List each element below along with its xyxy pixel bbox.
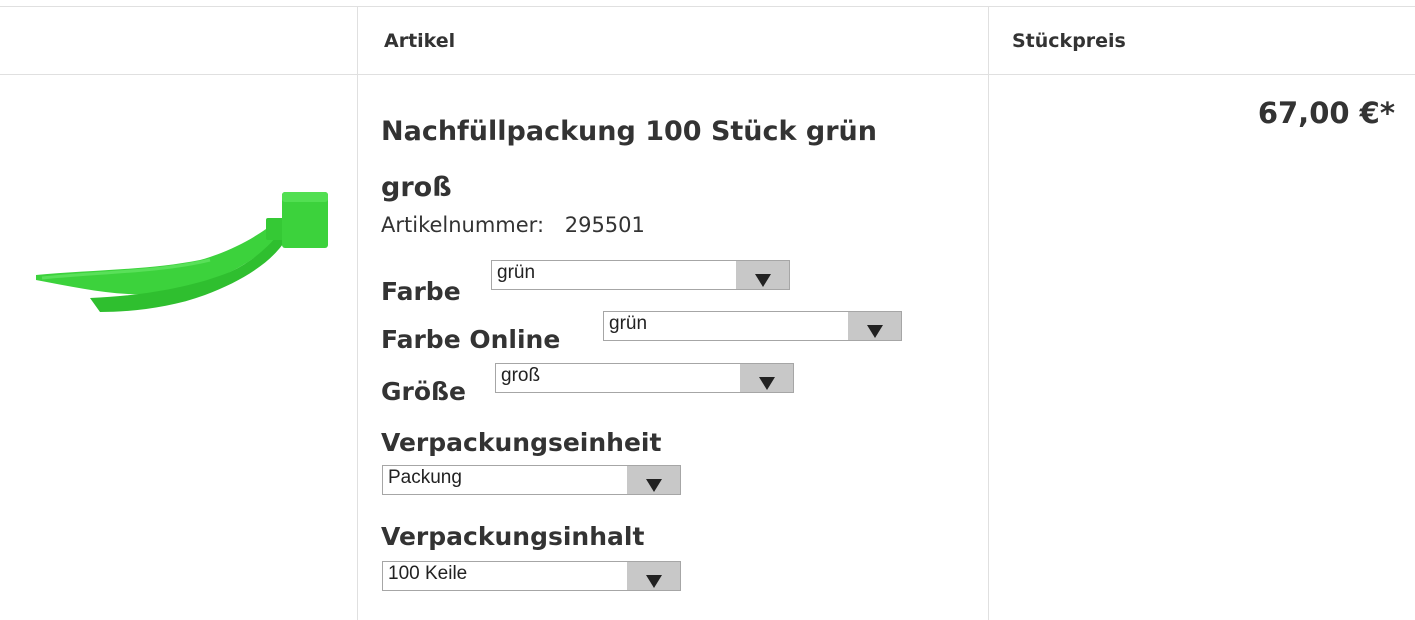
packaging-content-select[interactable]: 100 Keile [382, 561, 681, 591]
header-article: Artikel [384, 30, 456, 52]
chevron-down-icon [867, 325, 883, 338]
header-unit-price: Stückpreis [1012, 30, 1126, 52]
chevron-down-icon [646, 479, 662, 492]
cart-table: Artikel Stückpreis Nachfüllpackung 100 S… [0, 0, 1415, 620]
color-online-select[interactable]: grün [603, 311, 902, 341]
size-select-value: groß [501, 365, 541, 386]
packaging-unit-select[interactable]: Packung [382, 465, 681, 495]
packaging-unit-select-value: Packung [388, 467, 462, 488]
table-top-border [0, 6, 1415, 7]
product-title[interactable]: Nachfüllpackung 100 Stück grün groß [381, 104, 941, 216]
size-select[interactable]: groß [495, 363, 794, 393]
article-number-label: Artikelnummer: [381, 213, 545, 237]
option-label-packaging-content: Verpackungsinhalt [381, 522, 645, 551]
size-select-button[interactable] [740, 364, 793, 392]
packaging-unit-select-button[interactable] [627, 466, 680, 494]
color-online-select-value: grün [609, 313, 648, 334]
option-label-packaging-unit: Verpackungseinheit [381, 428, 662, 457]
packaging-content-select-value: 100 Keile [388, 563, 468, 584]
color-select-value: grün [497, 262, 536, 283]
color-online-select-button[interactable] [848, 312, 901, 340]
green-wedge-image [36, 192, 328, 312]
unit-price: 67,00 €* [1257, 96, 1395, 130]
column-divider-1 [357, 6, 358, 620]
option-label-size: Größe [381, 377, 466, 406]
color-select-button[interactable] [736, 261, 789, 289]
chevron-down-icon [759, 377, 775, 390]
article-number-value: 295501 [564, 213, 645, 237]
option-label-color-online: Farbe Online [381, 325, 561, 354]
column-divider-2 [988, 6, 989, 620]
option-label-color: Farbe [381, 277, 461, 306]
chevron-down-icon [755, 274, 771, 287]
color-select[interactable]: grün [491, 260, 790, 290]
packaging-content-select-button[interactable] [627, 562, 680, 590]
header-divider [0, 74, 1415, 75]
article-number: Artikelnummer: 295501 [381, 213, 645, 237]
chevron-down-icon [646, 575, 662, 588]
